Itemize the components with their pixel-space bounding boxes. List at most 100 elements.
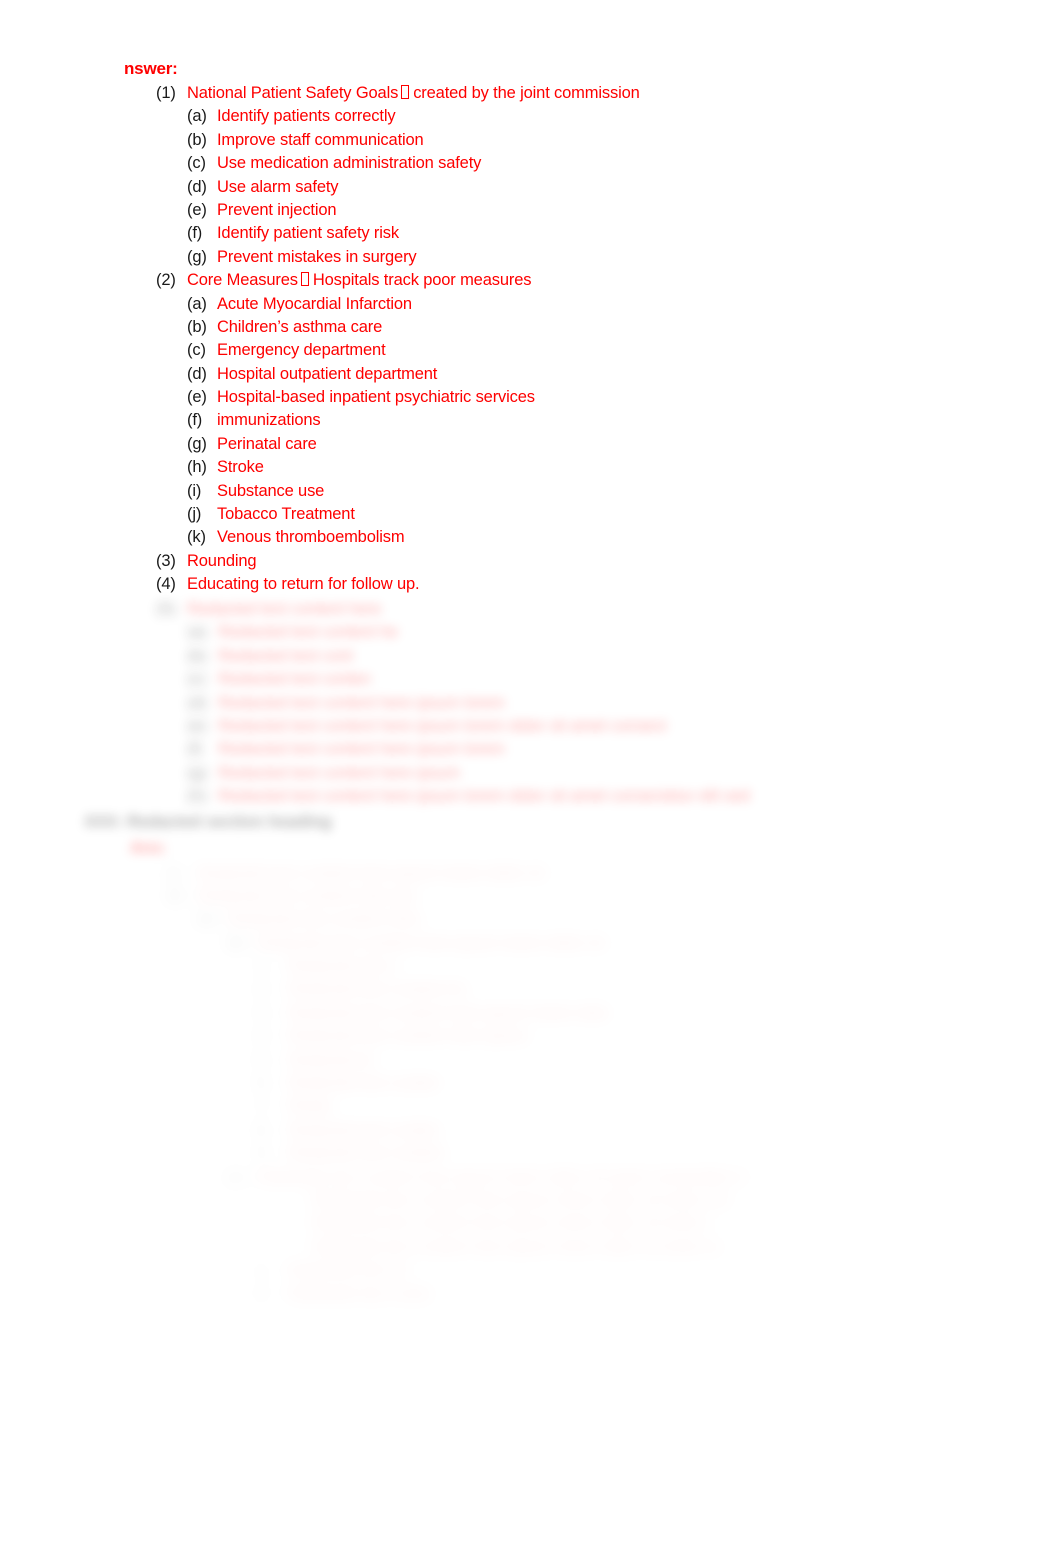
blurred-list-item: (i) Redacted text content here ipsum lore… — [0, 864, 1062, 887]
blurred-item-text: Redacted text conten — [218, 670, 371, 689]
blurred-section-heading: XXX: Redacted section heading — [84, 812, 332, 831]
list-marker: (d) — [187, 177, 207, 196]
blurred-item-text: Redacted text content here ipsum — [287, 1027, 529, 1046]
outline-item: (f) Identify patient safety risk — [0, 224, 1062, 247]
outline-list: (1) National Patient Safety Goals created … — [0, 84, 1062, 599]
list-marker: (g) — [187, 434, 207, 453]
blurred-item-text: Redacted text cont — [218, 646, 353, 665]
blurred-list-item: 1. Redacted text c — [0, 957, 1062, 980]
blurred-list-marker: 5. — [256, 1050, 270, 1069]
blurred-item-text: Redacted text content he — [218, 623, 398, 642]
missing-glyph-box-icon — [401, 85, 410, 99]
list-marker: (1) — [156, 84, 176, 102]
blurred-list-marker: (b) — [187, 646, 207, 665]
outline-item-text: Children’s asthma care — [217, 317, 383, 336]
blurred-list-item: 2. Redacted text conte — [0, 1285, 1062, 1308]
blurred-list-item: Redacted text content here ipsum lorem d… — [0, 1214, 1062, 1237]
outline-item: (f) immunizations — [0, 411, 1062, 434]
outline-item-text: Core Measures Hospitals track poor measur… — [187, 271, 531, 290]
list-marker: (i) — [187, 481, 202, 500]
blurred-list-marker: (c) — [187, 670, 206, 689]
outline-item: (k) Venous thromboembolism — [0, 528, 1062, 551]
outline-item-text: Stroke — [217, 458, 264, 477]
blurred-list-item: 1. Redacted text co — [0, 1261, 1062, 1284]
outline-item: (d) Use alarm safety — [0, 178, 1062, 201]
blurred-list-item: Redacted text content here ipsum lorem d… — [0, 1191, 1062, 1214]
blurred-item-text: Redacted text c — [287, 957, 400, 976]
blurred-list-marker: (5) — [156, 600, 176, 618]
list-marker: (f) — [187, 224, 203, 243]
blurred-list-marker: 8. — [256, 1120, 270, 1139]
outline-item: (g) Prevent mistakes in surgery — [0, 248, 1062, 271]
blurred-list-marker: 1. — [256, 1261, 270, 1280]
list-marker: (a) — [187, 107, 207, 126]
blurred-list-marker: (c) — [226, 1167, 245, 1186]
blurred-item-text: Redacted text content here ipsum lorem d… — [311, 1214, 712, 1233]
outline-item-text: Acute Myocardial Infarction — [217, 294, 412, 313]
blurred-list-item: (f) Redacted text content here ipsum lore… — [0, 740, 1062, 763]
outline-item: (g) Perinatal care — [0, 435, 1062, 458]
blurred-item-text: Redacted text content here ips — [197, 886, 417, 905]
blurred-item-text: Redacted text content here ipsum lorem d… — [311, 1190, 730, 1209]
document-page: nswer: (1) National Patient Safety Goals c… — [0, 0, 1062, 1556]
blurred-list-marker: 1. — [256, 957, 270, 976]
outline-item: (c) Use medication administration safety — [0, 154, 1062, 177]
blurred-item-text: Redacted text conten — [287, 1074, 440, 1093]
blurred-list-item: (b) Redacted text content here ipsum lore… — [0, 934, 1062, 957]
list-marker: (h) — [187, 458, 207, 477]
blurred-block-b: (i) Redacted text content here ipsum lore… — [0, 864, 1062, 1168]
blurred-item-text: Redacted text content here — [187, 600, 382, 618]
list-marker: (d) — [187, 364, 207, 383]
blurred-item-text: Redacted text content here ipsum lorem — [218, 740, 505, 759]
outline-item-text: National Patient Safety Goals created by … — [187, 84, 640, 103]
blurred-list-marker: 6. — [256, 1074, 270, 1093]
outline-item-text: Educating to return for follow up. — [187, 575, 420, 594]
list-marker: (4) — [156, 575, 176, 594]
blurred-item-text: Redacted text co — [287, 1261, 409, 1280]
blurred-list-item: (a) Redacted text content here — [0, 910, 1062, 933]
outline-item: (i) Substance use — [0, 482, 1062, 505]
blurred-list-item: (h) Redacted text content here ipsum lore… — [0, 787, 1062, 810]
outline-item-text: Prevent mistakes in surgery — [217, 247, 417, 266]
outline-item-text: Tobacco Treatment — [217, 505, 355, 524]
outline-text-after: created by the joint commission — [413, 84, 640, 102]
blurred-item-text: Redacted text content here ipsum lorem d… — [197, 863, 545, 882]
blurred-content-region: (5) Redacted text content here (a) Redacte… — [0, 600, 1062, 1320]
list-marker: (e) — [187, 388, 207, 407]
outline-item: (e) Prevent injection — [0, 201, 1062, 224]
list-marker: (j) — [187, 505, 202, 524]
list-marker: (e) — [187, 200, 207, 219]
blurred-list-marker: (e) — [187, 716, 207, 735]
blurred-list-marker: 7. — [256, 1097, 270, 1116]
blurred-list-marker: (f) — [187, 740, 203, 759]
blurred-list-item: (c) Redacted text conten — [0, 670, 1062, 693]
outline-item: (a) Identify patients correctly — [0, 107, 1062, 130]
outline-item-text: Substance use — [217, 481, 325, 500]
blurred-item-text: Redacted text content here ipsum lorem d… — [311, 1237, 721, 1256]
blurred-item-text: Redacted text content here ipsum lorem d… — [218, 787, 750, 806]
missing-glyph-box-icon — [300, 272, 309, 287]
blurred-list-item: 6. Redacted text conten — [0, 1074, 1062, 1097]
blurred-list-marker: (i) — [166, 863, 181, 882]
list-marker: (c) — [187, 154, 206, 173]
blurred-item-text: Redacted text content here ipsum lorem d… — [257, 1167, 747, 1186]
blurred-list-item: (b) Redacted text cont — [0, 647, 1062, 670]
blurred-list-marker: (b) — [226, 933, 246, 952]
blurred-list-item: 3. Redacted text content here ipsum lorem… — [0, 1004, 1062, 1027]
outline-text-before: National Patient Safety Goals — [187, 84, 399, 102]
blurred-item-text: Redacted text conte — [287, 1284, 431, 1303]
blurred-list-item: 4. Redacted text content here ipsum — [0, 1027, 1062, 1050]
blurred-list-marker: 4. — [256, 1027, 270, 1046]
blurred-list-item: 5. Redacted te — [0, 1051, 1062, 1074]
list-marker: (c) — [187, 341, 206, 360]
blurred-list-item: 7. Redac — [0, 1097, 1062, 1120]
blurred-list-marker: (a) — [187, 623, 207, 642]
list-marker: (3) — [156, 551, 176, 570]
blurred-list-item: (5) Redacted text content here — [0, 600, 1062, 623]
blurred-list-item: 8. Redacted text conten — [0, 1121, 1062, 1144]
blurred-list-marker: (g) — [187, 763, 207, 782]
blurred-item-text: Redacted text content here — [227, 910, 422, 929]
blurred-item-text: Redacted text content — [287, 1144, 445, 1163]
list-marker: (k) — [187, 528, 206, 547]
outline-item-text: Identify patient safety risk — [217, 224, 399, 243]
